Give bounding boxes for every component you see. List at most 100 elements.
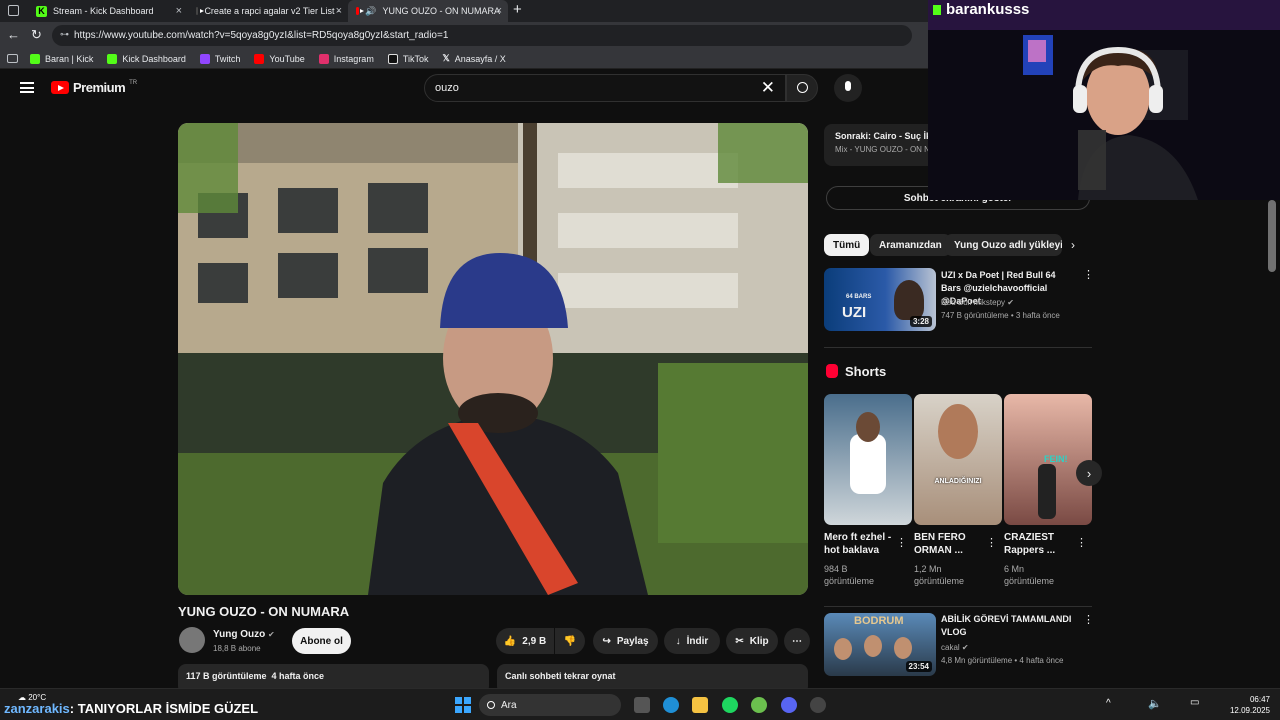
short-title[interactable]: Mero ft ezhel - hot baklava <box>824 531 892 557</box>
chips-next-icon[interactable]: › <box>1071 238 1075 252</box>
short-menu-icon[interactable]: ⋮ <box>986 536 997 549</box>
rec-channel: cakal ✔ <box>941 643 969 652</box>
more-icon: ⋯ <box>792 635 802 647</box>
bookmark-x[interactable]: 𝕏 Anasayfa / X <box>443 53 506 64</box>
short-thumbnail[interactable]: FEIN! <box>1004 394 1092 525</box>
short-thumbnail[interactable]: ANLADIĞINIZI <box>914 394 1002 525</box>
search-button[interactable] <box>786 74 818 102</box>
tab-search-icon[interactable] <box>8 5 19 16</box>
kick-icon: K <box>36 5 47 17</box>
tiktok-icon <box>387 53 398 64</box>
short-title[interactable]: BEN FERO ORMAN ... <box>914 531 982 557</box>
speaker-icon[interactable]: 🔊 <box>365 6 376 17</box>
bookmark-baran-kick[interactable]: Baran | Kick <box>30 53 93 64</box>
short-views: 984 Bgörüntüleme <box>824 564 875 586</box>
short-views: 1,2 Mn görüntüleme <box>914 564 965 586</box>
thumbs-down-icon: 👎 <box>563 635 577 647</box>
chip-all[interactable]: Tümü <box>824 234 870 256</box>
discord-icon[interactable] <box>781 697 797 713</box>
divider <box>824 606 1092 607</box>
clip-button[interactable]: ✂ Klip <box>726 628 778 654</box>
windows-taskbar: ☁ 20°C zanzarakis: TANIYORLAR İSMİDE GÜZ… <box>0 688 1280 720</box>
bookmark-tiktok[interactable]: TikTok <box>387 53 429 64</box>
network-icon[interactable]: ▭ <box>1190 697 1199 708</box>
start-icon[interactable] <box>455 697 471 713</box>
chip-uploader[interactable]: Yung Ouzo adlı yükleyic <box>945 234 1062 256</box>
short-menu-icon[interactable]: ⋮ <box>896 536 907 549</box>
rec-channel: Red Bull Mikstepy ✔ <box>941 298 1014 307</box>
channel-avatar[interactable] <box>179 627 205 653</box>
bookmark-youtube[interactable]: YouTube <box>254 53 305 64</box>
tiermaker-icon <box>196 7 206 15</box>
app-icon[interactable] <box>751 697 767 713</box>
tab-youtube-video[interactable]: 🔊 YUNG OUZO - ON NUMARA × <box>348 0 508 22</box>
thumb-badge: 64 BARS <box>846 294 872 300</box>
share-icon: ↪ <box>602 635 611 647</box>
clock[interactable]: 06:47 12.09.2025 <box>1226 694 1270 716</box>
address-bar-row: ← ↻ ⊶ https://www.youtube.com/watch?v=5q… <box>0 22 928 49</box>
bookmark-instagram[interactable]: Instagram <box>318 53 374 64</box>
volume-icon[interactable]: 🔈 <box>1148 697 1162 710</box>
close-tab-icon[interactable]: × <box>336 5 342 17</box>
chip-from-search[interactable]: Aramanızdan <box>870 234 951 256</box>
bookmarks-menu-icon[interactable] <box>7 54 18 63</box>
rec-thumbnail[interactable]: BODRUM 23:54 <box>824 613 936 676</box>
rec-thumbnail[interactable]: 64 BARS UZI 3:28 <box>824 268 936 331</box>
shorts-icon <box>826 364 838 378</box>
task-view-icon[interactable] <box>634 697 650 713</box>
spotify-icon[interactable] <box>722 697 738 713</box>
taskbar-search[interactable]: Ara <box>479 694 621 716</box>
page-scrollbar[interactable] <box>1268 200 1276 272</box>
rec-meta: 4,8 Mn görüntüleme • 4 hafta önce <box>941 656 1064 665</box>
video-player[interactable] <box>178 123 808 595</box>
channel-name[interactable]: Yung Ouzo <box>213 629 265 640</box>
more-actions-button[interactable]: ⋯ <box>784 628 810 654</box>
download-button[interactable]: ↓ İndir <box>664 628 720 654</box>
dislike-button[interactable]: 👎 <box>555 628 585 654</box>
search-input[interactable]: ouzo ✕ <box>424 74 786 102</box>
voice-search-button[interactable] <box>834 74 862 102</box>
bookmarks-bar: Baran | Kick Kick Dashboard Twitch YouTu… <box>0 49 928 69</box>
divider <box>824 347 1092 348</box>
short-thumbnail[interactable] <box>824 394 912 525</box>
tab-kick-dashboard[interactable]: K Stream - Kick Dashboard × <box>28 0 188 22</box>
edge-icon[interactable] <box>663 697 679 713</box>
tray-chevron-icon[interactable]: ^ <box>1106 698 1111 709</box>
hamburger-menu-icon[interactable] <box>20 82 34 93</box>
rec-title[interactable]: ABİLİK GÖREVİ TAMAMLANDI VLOG <box>941 613 1076 639</box>
clear-search-icon[interactable]: ✕ <box>761 78 775 98</box>
tab-tier-list[interactable]: Create a rapci agalar v2 Tier List - × <box>188 0 348 22</box>
subscribe-button[interactable]: Abone ol <box>292 628 351 654</box>
file-explorer-icon[interactable] <box>692 697 708 713</box>
video-frame <box>178 123 808 595</box>
reload-icon[interactable]: ↻ <box>31 27 42 43</box>
kick-icon <box>30 53 40 64</box>
url-field[interactable]: ⊶ https://www.youtube.com/watch?v=5qoya8… <box>52 25 912 46</box>
rec-menu-icon[interactable]: ⋮ <box>1083 268 1094 281</box>
short-menu-icon[interactable]: ⋮ <box>1076 536 1087 549</box>
close-tab-icon[interactable]: × <box>496 5 502 17</box>
short-views: 6 Mn görüntüleme <box>1004 564 1055 586</box>
kick-icon <box>107 53 118 64</box>
shorts-next-button[interactable]: › <box>1076 460 1102 486</box>
short-overlay-text: ANLADIĞINIZI <box>934 478 982 485</box>
browser-icon[interactable] <box>810 697 826 713</box>
close-tab-icon[interactable]: × <box>176 5 182 17</box>
youtube-logo[interactable]: Premium TR <box>51 80 137 95</box>
search-icon <box>487 701 495 709</box>
scissors-icon: ✂ <box>735 635 744 647</box>
duration-badge: 23:54 <box>905 661 932 672</box>
share-button[interactable]: ↪ Paylaş <box>593 628 658 654</box>
new-tab-button[interactable]: + <box>513 1 522 18</box>
like-button[interactable]: 👍 2,9 B <box>496 628 554 654</box>
short-title[interactable]: CRAZIEST Rappers ... <box>1004 531 1072 557</box>
youtube-play-icon <box>51 81 69 94</box>
rec-menu-icon[interactable]: ⋮ <box>1083 613 1094 626</box>
bookmark-kick-dashboard[interactable]: Kick Dashboard <box>107 53 186 64</box>
back-icon[interactable]: ← <box>7 27 20 42</box>
streamer-name: barankusss <box>946 1 1030 18</box>
bookmark-twitch[interactable]: Twitch <box>199 53 240 64</box>
download-icon: ↓ <box>675 635 681 647</box>
site-info-icon[interactable]: ⊶ <box>60 29 69 40</box>
verified-icon: ✔ <box>268 630 275 639</box>
